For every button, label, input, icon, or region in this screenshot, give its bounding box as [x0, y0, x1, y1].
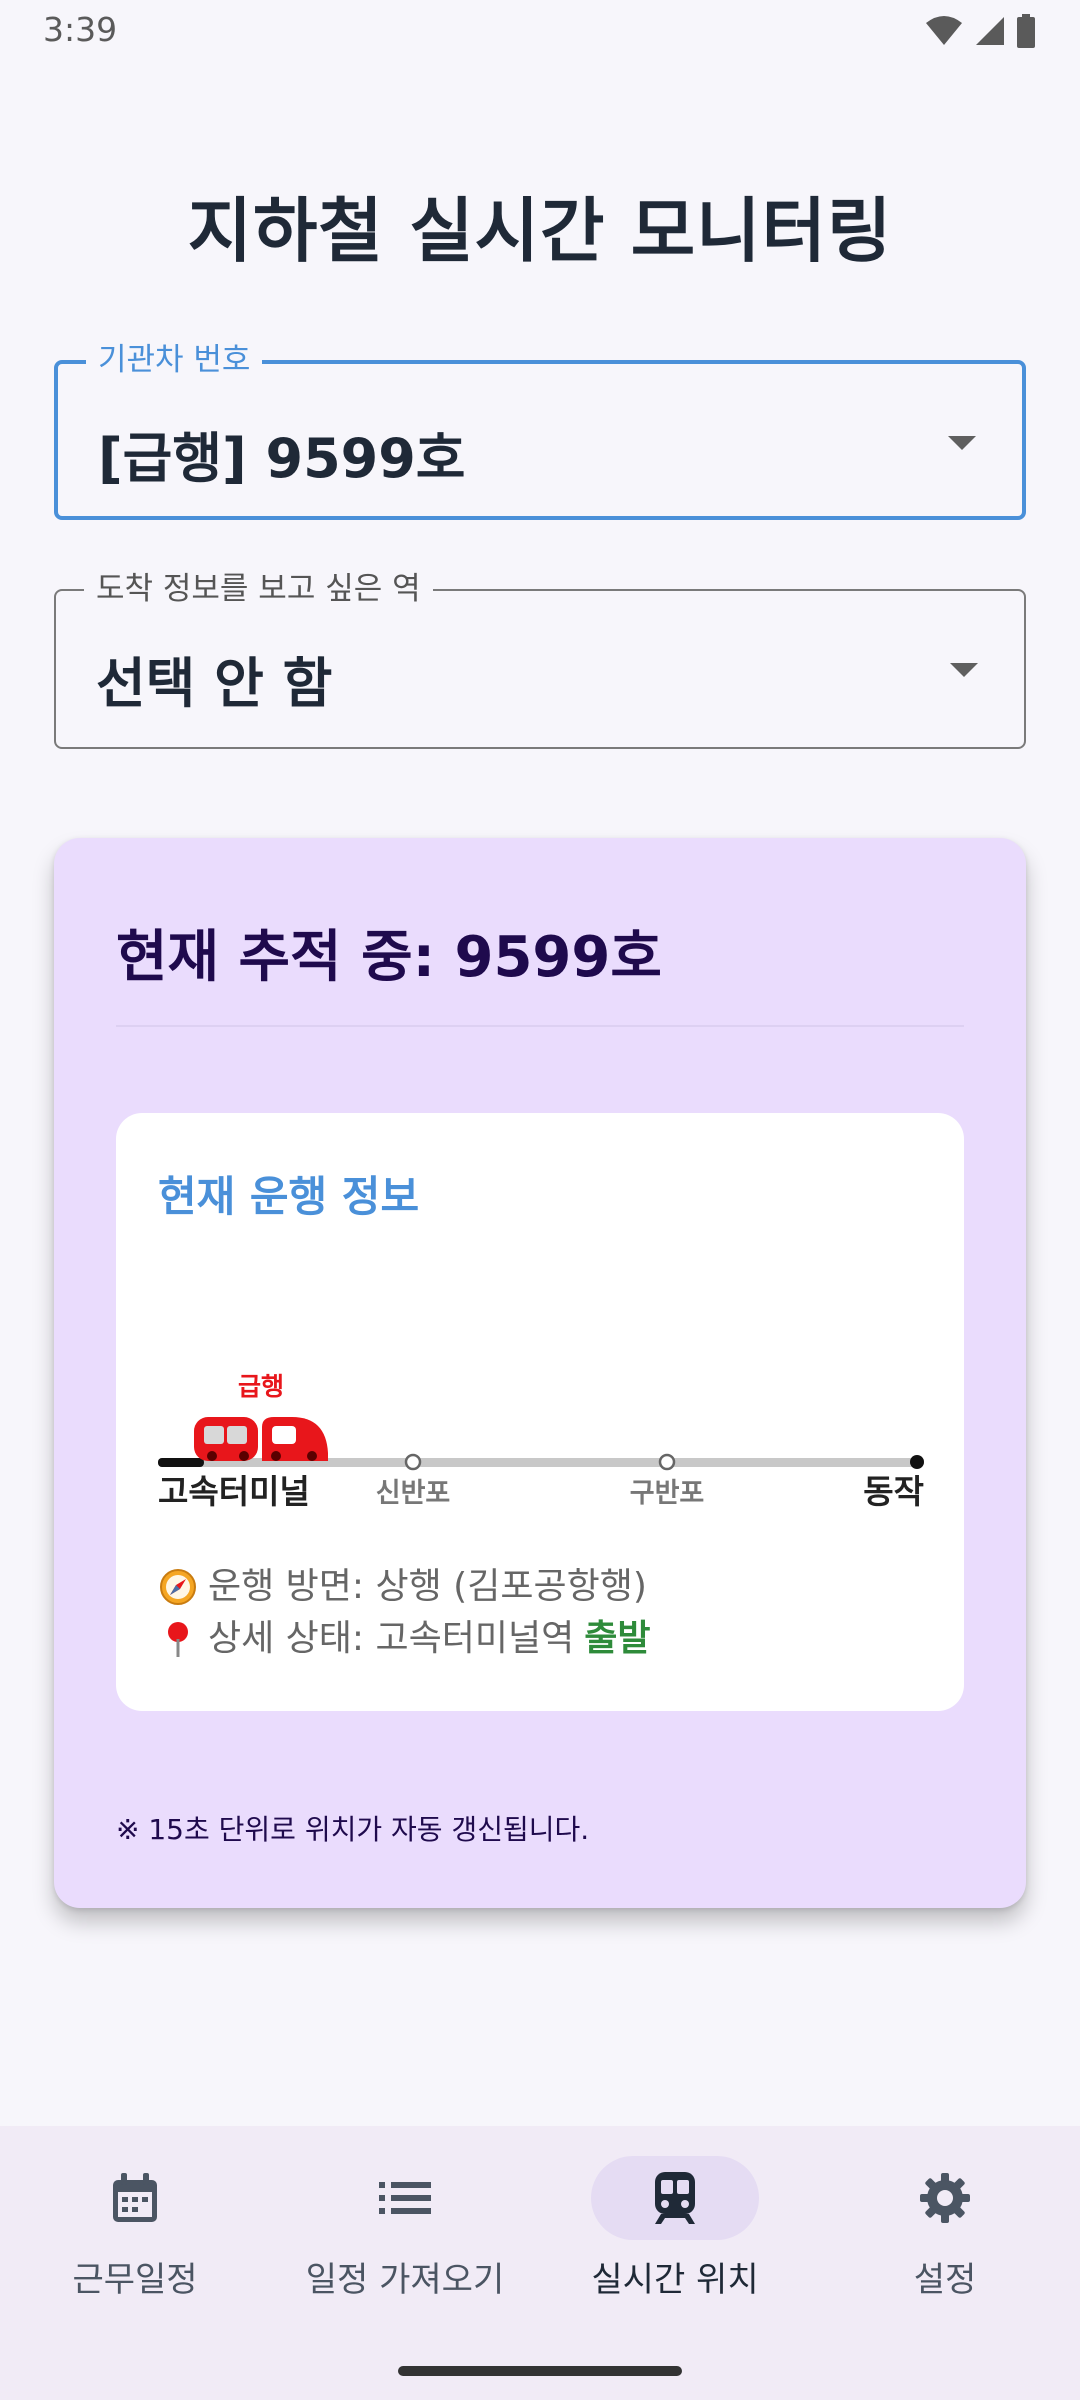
nav-item-import[interactable]: 일정 가져오기: [270, 2126, 540, 2326]
station-label-dongjak: 동작: [863, 1472, 924, 1511]
nav-icon-container: [861, 2156, 1029, 2240]
station-dot: [658, 1453, 676, 1471]
nav-label: 실시간 위치: [591, 2260, 759, 2300]
train-number-label: 기관차 번호: [86, 340, 263, 380]
calendar-icon: [113, 2173, 157, 2222]
detail-lines: 운행 방면: 상행 (김포공항행) 상세 상태: 고속터미널역 출발: [158, 1561, 650, 1665]
nav-icon-container: [51, 2156, 219, 2240]
status-time: 3:39: [43, 10, 118, 49]
nav-item-schedule[interactable]: 근무일정: [0, 2126, 270, 2326]
nav-item-settings[interactable]: 설정: [810, 2126, 1080, 2326]
bottom-navigation: 근무일정 일정 가져오기 실시간 위치 설정: [0, 2126, 1080, 2400]
status-icons: [924, 14, 1036, 48]
dropdown-arrow-icon: [948, 436, 976, 450]
status-text: 상세 상태: 고속터미널역: [208, 1618, 575, 1659]
list-icon: [379, 2182, 431, 2214]
nav-icon-container: [321, 2156, 489, 2240]
location-pin-icon: [168, 1622, 188, 1657]
refresh-footnote: ※ 15초 단위로 위치가 자동 갱신됩니다.: [116, 1813, 590, 1846]
route-progress: [158, 1458, 204, 1467]
nav-label: 설정: [913, 2260, 977, 2300]
gear-icon: [920, 2173, 970, 2223]
wifi-icon: [926, 16, 962, 45]
route-diagram: 급행 고속터미널 신반포 구반포 동작: [158, 1372, 924, 1511]
nav-item-realtime[interactable]: 실시간 위치: [540, 2126, 810, 2326]
dropdown-arrow-icon: [950, 663, 978, 677]
status-line: 상세 상태: 고속터미널역 출발: [158, 1613, 650, 1665]
train-type-badge: 급행: [238, 1372, 284, 1401]
tracking-title: 현재 추적 중: 9599호: [116, 925, 662, 990]
battery-icon: [1017, 14, 1035, 48]
train-icon: [194, 1417, 328, 1461]
page-title: 지하철 실시간 모니터링: [187, 190, 893, 272]
operation-info-card: 현재 운행 정보 급행 고속터미널 신반포 구반포 동작 운행 방면: 상행 (…: [116, 1113, 964, 1711]
train-number-value: [급행] 9599호: [98, 427, 466, 490]
direction-text: 운행 방면: 상행 (김포공항행): [208, 1566, 647, 1607]
divider: [116, 1025, 964, 1027]
train-icon: [655, 2172, 695, 2224]
status-badge: 출발: [584, 1618, 651, 1659]
station-label-sinbanpo: 신반포: [376, 1478, 451, 1509]
home-indicator[interactable]: [398, 2366, 682, 2376]
status-bar: 3:39: [0, 0, 1080, 60]
tracking-card: 현재 추적 중: 9599호 현재 운행 정보 급행 고속터미널 신반포 구반포…: [54, 838, 1026, 1908]
station-dot: [404, 1453, 422, 1471]
nav-label: 근무일정: [72, 2260, 198, 2300]
operation-info-title: 현재 운행 정보: [158, 1172, 420, 1221]
station-label-gubanpo: 구반포: [630, 1478, 705, 1509]
station-dot-end: [910, 1455, 924, 1469]
signal-icon: [976, 17, 1004, 45]
train-number-dropdown[interactable]: 기관차 번호 [급행] 9599호: [54, 340, 1026, 520]
nav-icon-container: [591, 2156, 759, 2240]
station-label: 도착 정보를 보고 싶은 역: [84, 569, 433, 609]
station-label-gosok: 고속터미널: [158, 1472, 310, 1511]
nav-label: 일정 가져오기: [305, 2260, 505, 2300]
direction-line: 운행 방면: 상행 (김포공항행): [158, 1561, 650, 1613]
station-value: 선택 안 함: [96, 652, 333, 715]
compass-icon: [160, 1569, 196, 1605]
station-dropdown[interactable]: 도착 정보를 보고 싶은 역 선택 안 함: [54, 569, 1026, 749]
